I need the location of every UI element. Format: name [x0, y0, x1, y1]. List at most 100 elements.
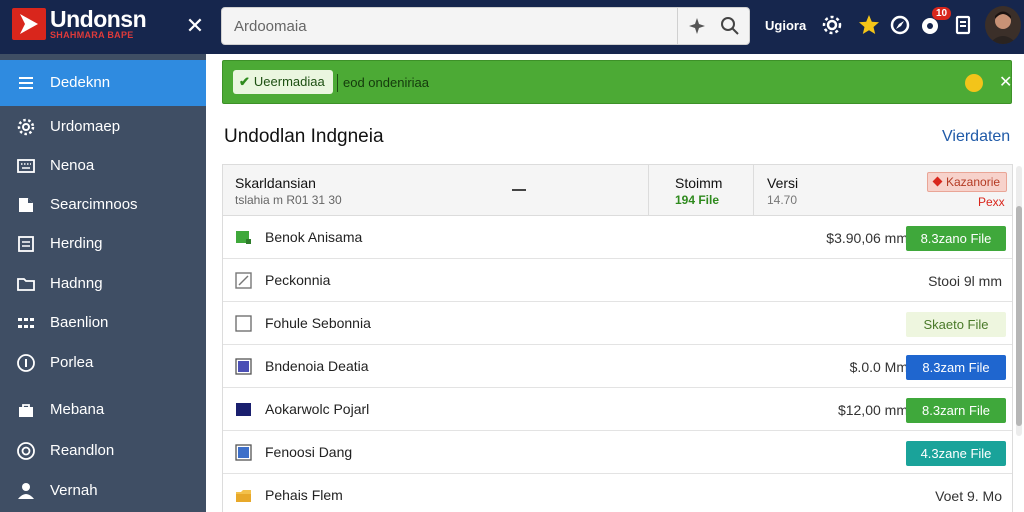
row-name: Peckonnia: [265, 272, 331, 288]
row-price: $3.90,06 mm: [826, 230, 908, 246]
sidebar-item-searcimnoos[interactable]: Searcimnoos: [0, 185, 206, 225]
search-divider: [677, 8, 678, 44]
sidebar-item-dedeknn[interactable]: Dedeknn: [0, 60, 206, 106]
sidebar: Dedeknn Urdomaep Nenoa Searcimnoos Herdi…: [0, 54, 206, 512]
compass-icon[interactable]: [888, 13, 912, 37]
table-row[interactable]: Fohule Sebonnia Skaeto File: [223, 302, 1012, 345]
header-col-version-sub: 14.70: [767, 193, 798, 207]
sidebar-item-label: Herding: [50, 235, 103, 252]
search-bar: [221, 7, 750, 45]
table-row[interactable]: Aokarwolc Pojarl $12,00 mm 8.3zarn File: [223, 388, 1012, 431]
sparkle-icon[interactable]: [688, 17, 706, 35]
header-subtitle: tslahia m R01 31 30: [235, 193, 342, 207]
row-name: Benok Anisama: [265, 229, 363, 245]
scrollbar[interactable]: [1016, 166, 1022, 436]
sidebar-item-label: Mebana: [50, 401, 105, 418]
star-icon[interactable]: [857, 13, 881, 37]
user-label[interactable]: Ugiora: [765, 18, 806, 33]
sidebar-item-porlea[interactable]: Porlea: [0, 343, 206, 383]
row-name: Aokarwolc Pojarl: [265, 401, 370, 417]
sidebar-item-label: Porlea: [50, 354, 94, 371]
header-col-status[interactable]: Stoimm: [675, 175, 722, 191]
banner-pill-label: Ueermadiaa: [253, 74, 325, 89]
notification-badge: 10: [932, 7, 952, 20]
table-row[interactable]: Pehais Flem Voet 9. Mo: [223, 474, 1012, 512]
list-icon: [18, 236, 34, 252]
sidebar-item-label: Hadnng: [50, 275, 103, 292]
sidebar-item-label: Baenlion: [50, 314, 109, 331]
search-icon[interactable]: [720, 16, 740, 36]
sidebar-item-baenlion[interactable]: Baenlion: [0, 303, 206, 343]
data-table: Skarldansian tslahia m R01 31 30 Stoimm …: [222, 164, 1013, 512]
row-price: $12,00 mm: [837, 402, 908, 418]
category-tag[interactable]: Kazanorie: [927, 172, 1008, 192]
close-icon[interactable]: ✕: [999, 72, 1012, 92]
blue-square-icon: [235, 444, 252, 461]
check-icon: ✔: [239, 74, 250, 89]
brand-tagline: SHAHMARA BAPE: [50, 30, 134, 40]
keyboard-icon: [17, 159, 35, 173]
top-bar: Undonsn SHAHMARA BAPE ✕ Ugiora 10: [0, 0, 1024, 54]
table-row[interactable]: Benok Anisama $3.90,06 mm 8.3zano File: [223, 216, 1012, 259]
file-icon: [19, 198, 33, 212]
gear-icon: [17, 118, 35, 136]
sidebar-item-label: Reandlon: [50, 442, 115, 459]
column-divider: [753, 165, 754, 216]
sidebar-item-label: Vernah: [50, 482, 98, 499]
sidebar-item-label: Nenoa: [50, 157, 95, 174]
banner-message: eod ondeniriaa: [343, 75, 430, 90]
row-name: Bndenoia Deatia: [265, 358, 369, 374]
row-name: Pehais Flem: [265, 487, 343, 503]
edit-icon: [235, 272, 252, 289]
sidebar-item-reandlon[interactable]: Reandlon: [0, 431, 206, 471]
green-square-icon: [236, 231, 251, 244]
diamond-icon: [932, 176, 943, 187]
main-content: ✔ Ueermadiaa eod ondeniriaa ✕ Undodlan In…: [206, 54, 1024, 512]
table-row[interactable]: Peckonnia Stooi 9l mm: [223, 259, 1012, 302]
row-action-button[interactable]: 4.3zane File: [906, 441, 1006, 466]
row-size: Stooi 9l mm: [928, 273, 1002, 289]
table-header: Skarldansian tslahia m R01 31 30 Stoimm …: [223, 165, 1012, 216]
banner-status-pill[interactable]: ✔ Ueermadiaa: [233, 70, 333, 94]
avatar[interactable]: [985, 6, 1021, 44]
sidebar-item-vernah[interactable]: Vernah: [0, 471, 206, 511]
circle-icon: [17, 442, 35, 460]
sidebar-item-label: Urdomaep: [50, 118, 121, 135]
folder-icon: [236, 490, 251, 502]
row-action-button[interactable]: 8.3zano File: [906, 226, 1006, 251]
page-title: Undodlan Indgneia: [224, 126, 384, 147]
row-name: Fohule Sebonnia: [265, 315, 371, 331]
header-col-status-sub: 194 File: [675, 193, 720, 207]
sidebar-item-nenoa[interactable]: Nenoa: [0, 146, 206, 186]
brand-logo-icon[interactable]: [12, 8, 46, 40]
purple-square-icon: [235, 358, 252, 375]
sidebar-item-urdomaep[interactable]: Urdomaep: [0, 107, 206, 147]
row-size: Voet 9. Mo: [935, 488, 1002, 504]
sidebar-item-label: Dedeknn: [50, 74, 111, 91]
warning-dot-icon[interactable]: [965, 74, 983, 92]
brand-name[interactable]: Undonsn: [50, 6, 147, 33]
close-icon[interactable]: ✕: [184, 14, 206, 38]
category-tag-sub: Pexx: [978, 195, 1005, 209]
bookmark-icon[interactable]: [951, 13, 975, 37]
row-price: $.0.0 Mm: [849, 359, 908, 375]
scrollbar-thumb[interactable]: [1016, 206, 1022, 426]
info-icon: [17, 354, 35, 372]
table-row[interactable]: Bndenoia Deatia $.0.0 Mm 8.3zam File: [223, 345, 1012, 388]
sidebar-item-herding[interactable]: Herding: [0, 224, 206, 264]
search-input[interactable]: [234, 8, 674, 44]
banner-divider: [337, 74, 338, 92]
row-action-button[interactable]: 8.3zarn File: [906, 398, 1006, 423]
sidebar-item-mebana[interactable]: Mebana: [0, 390, 206, 430]
collapse-dash-icon[interactable]: [512, 189, 526, 191]
sidebar-item-hadnng[interactable]: Hadnng: [0, 264, 206, 304]
bag-icon: [19, 404, 33, 417]
row-action-button[interactable]: Skaeto File: [906, 312, 1006, 337]
folder-icon: [17, 278, 35, 291]
header-col-version[interactable]: Versi: [767, 175, 798, 191]
table-row[interactable]: Fenoosi Dang 4.3zane File: [223, 431, 1012, 474]
checkbox-icon[interactable]: [235, 315, 252, 332]
settings-icon[interactable]: [820, 13, 844, 37]
view-all-link[interactable]: Vierdaten: [942, 128, 1010, 146]
row-action-button[interactable]: 8.3zam File: [906, 355, 1006, 380]
